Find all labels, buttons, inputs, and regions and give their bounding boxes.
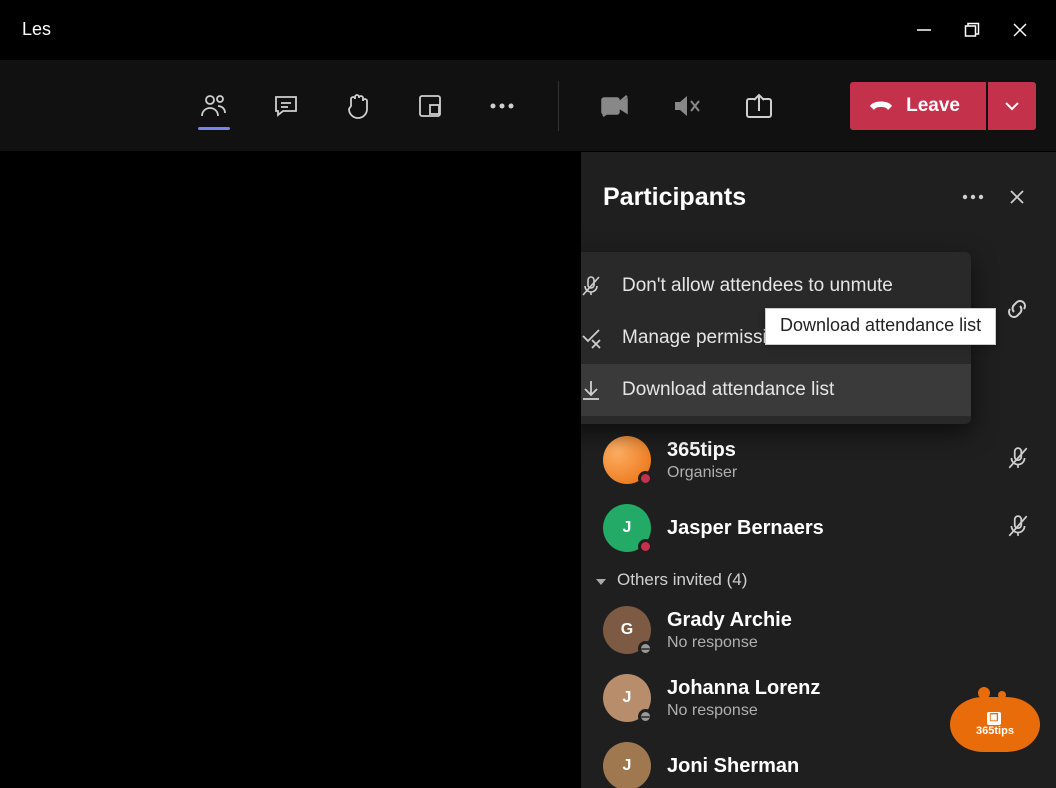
participant-name: Jasper Bernaers	[667, 517, 990, 540]
watermark-logo: ❐ 365tips	[950, 697, 1040, 752]
participant-row[interactable]: J Jasper Bernaers	[589, 494, 1048, 562]
participant-info: Joni Sherman	[667, 755, 1034, 778]
participant-role: Organiser	[667, 464, 990, 482]
menu-item-download-attendance[interactable]: Download attendance list	[581, 364, 971, 416]
panel-header: Participants	[581, 152, 1056, 236]
toolbar-divider	[558, 81, 559, 131]
participant-row[interactable]: G Grady Archie No response	[589, 596, 1048, 664]
panel-more-button[interactable]	[956, 180, 990, 214]
presence-unknown-icon	[638, 709, 653, 724]
share-button[interactable]	[735, 76, 783, 136]
mic-muted-icon	[1006, 514, 1034, 542]
avatar: J	[603, 504, 651, 552]
leave-button[interactable]: Leave	[850, 82, 986, 130]
participant-info: Jasper Bernaers	[667, 517, 990, 540]
presence-busy-icon	[638, 539, 653, 554]
mute-button[interactable]	[663, 76, 711, 136]
leave-label: Leave	[906, 95, 960, 117]
tooltip: Download attendance list	[765, 308, 996, 345]
leave-options-button[interactable]	[988, 82, 1036, 130]
camera-button[interactable]	[591, 76, 639, 136]
menu-item-block-unmute[interactable]: Don't allow attendees to unmute	[581, 260, 971, 312]
leave-group: Leave	[850, 82, 1036, 130]
avatar: J	[603, 742, 651, 788]
titlebar: Les	[0, 0, 1056, 60]
participant-name: Joni Sherman	[667, 755, 1034, 778]
maximize-button[interactable]	[948, 10, 996, 50]
window-title: Les	[22, 19, 51, 40]
raise-hand-button[interactable]	[334, 76, 382, 136]
share-link-button[interactable]	[1000, 292, 1034, 326]
minimize-button[interactable]	[900, 10, 948, 50]
download-icon	[581, 377, 604, 403]
participant-role: No response	[667, 634, 1034, 652]
menu-label: Don't allow attendees to unmute	[622, 275, 893, 297]
panel-title: Participants	[603, 183, 946, 212]
section-label: Others invited (4)	[617, 570, 747, 590]
main-area: Participants	[0, 152, 1056, 788]
chat-button[interactable]	[262, 76, 310, 136]
avatar: G	[603, 606, 651, 654]
chevron-down-icon	[595, 573, 609, 587]
presence-unknown-icon	[638, 641, 653, 656]
avatar	[603, 436, 651, 484]
mic-off-icon	[581, 273, 604, 299]
menu-label: Download attendance list	[622, 379, 834, 401]
participant-name: 365tips	[667, 439, 990, 462]
participant-row[interactable]: 365tips Organiser	[589, 426, 1048, 494]
participants-button[interactable]	[190, 76, 238, 136]
close-button[interactable]	[996, 10, 1044, 50]
participant-name: Grady Archie	[667, 609, 1034, 632]
watermark-text: 365tips	[976, 725, 1014, 737]
video-stage	[0, 152, 581, 788]
hangup-icon	[868, 94, 894, 118]
participant-info: 365tips Organiser	[667, 439, 990, 482]
call-toolbar: Leave	[0, 60, 1056, 152]
mic-muted-icon	[1006, 446, 1034, 474]
rooms-button[interactable]	[406, 76, 454, 136]
panel-close-button[interactable]	[1000, 180, 1034, 214]
presence-busy-icon	[638, 471, 653, 486]
avatar: J	[603, 674, 651, 722]
participant-info: Grady Archie No response	[667, 609, 1034, 652]
more-actions-button[interactable]	[478, 76, 526, 136]
section-others-invited[interactable]: Others invited (4)	[589, 562, 1048, 596]
permissions-icon	[581, 325, 604, 351]
